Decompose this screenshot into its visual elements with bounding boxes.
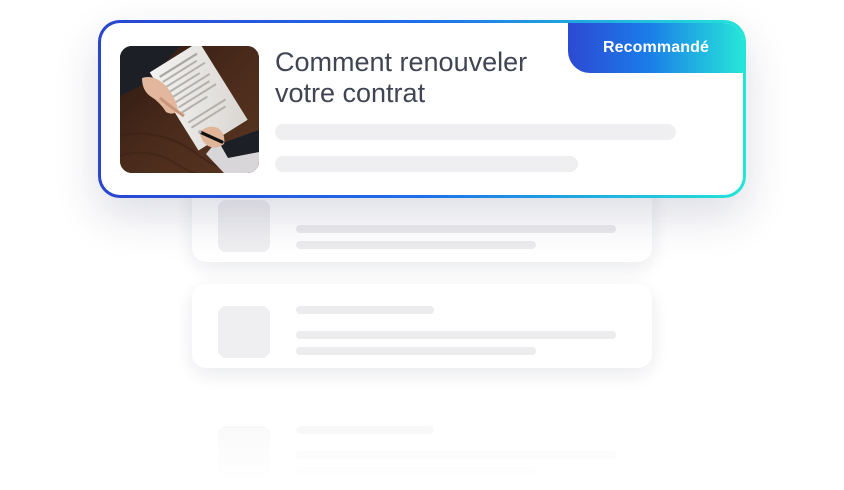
placeholder-line	[296, 331, 616, 339]
placeholder-line	[296, 467, 536, 475]
text-placeholder-line	[275, 124, 676, 140]
recommended-article-card[interactable]: Comment renouveler votre contrat Recomma…	[98, 20, 746, 198]
recommended-badge: Recommandé	[568, 23, 743, 73]
text-placeholder-line	[275, 156, 578, 172]
placeholder-line	[296, 306, 434, 314]
placeholder-thumbnail	[218, 426, 270, 478]
placeholder-thumbnail	[218, 200, 270, 252]
article-title[interactable]: Comment renouveler votre contrat	[275, 47, 565, 109]
placeholder-card	[192, 284, 652, 368]
placeholder-line	[296, 241, 536, 249]
placeholder-line	[296, 225, 616, 233]
placeholder-thumbnail	[218, 306, 270, 358]
contract-signing-photo	[120, 46, 259, 173]
placeholder-line	[296, 426, 434, 434]
placeholder-line	[296, 347, 536, 355]
placeholder-card	[192, 404, 652, 488]
placeholder-line	[296, 451, 616, 459]
